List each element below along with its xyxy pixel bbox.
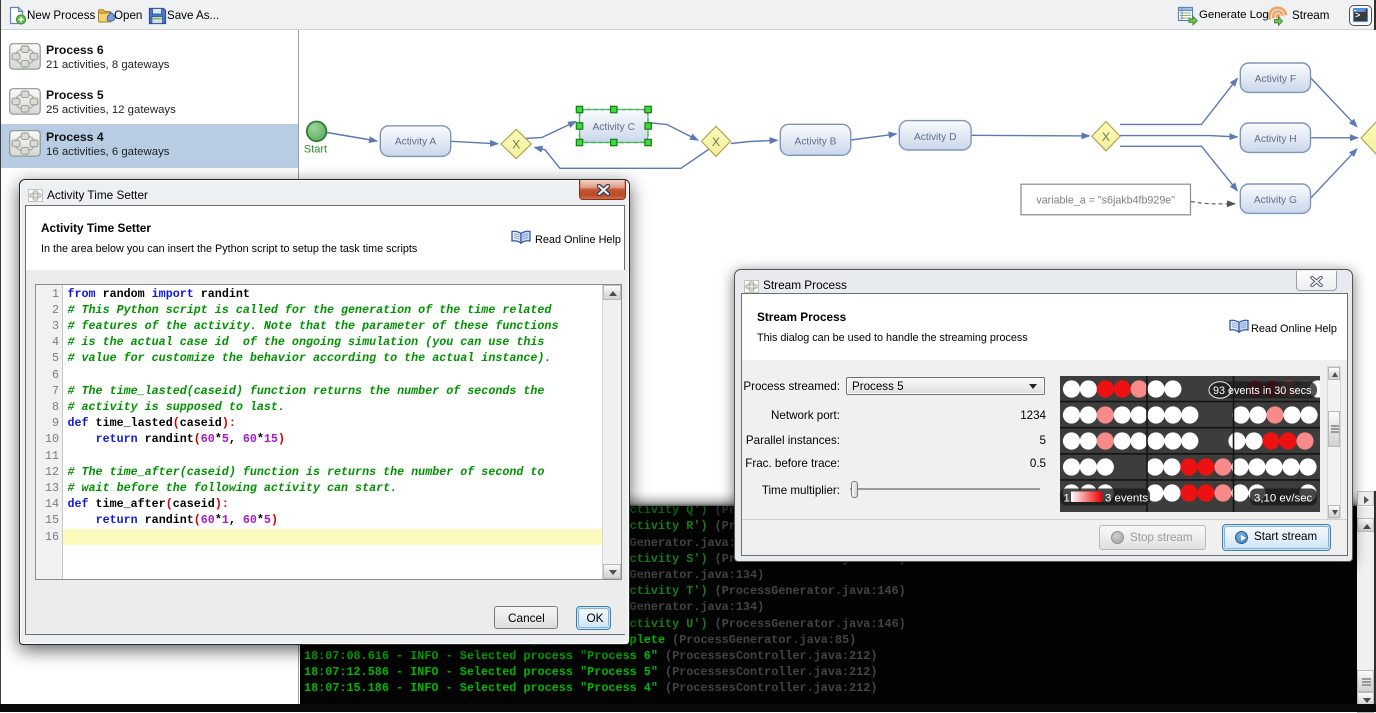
svg-text:Start: Start — [304, 143, 327, 155]
svg-text:1: 1 — [1064, 493, 1070, 505]
svg-text:3 events: 3 events — [1105, 493, 1148, 505]
svg-text:3,10 ev/sec: 3,10 ev/sec — [1254, 493, 1313, 505]
svg-text:Activity G: Activity G — [1254, 195, 1297, 206]
svg-text:Activity F: Activity F — [1255, 74, 1296, 85]
svg-text:Activity D: Activity D — [914, 132, 956, 143]
svg-text:Activity A: Activity A — [395, 137, 437, 148]
svg-text:Activity B: Activity B — [795, 136, 837, 147]
svg-text:variable_a = "s6jakb4fb929e": variable_a = "s6jakb4fb929e" — [1036, 195, 1175, 207]
svg-text:Activity C: Activity C — [592, 122, 634, 133]
svg-text:X: X — [712, 135, 720, 149]
svg-text:93 events in 30 secs: 93 events in 30 secs — [1213, 385, 1312, 397]
svg-text:Activity H: Activity H — [1254, 134, 1296, 145]
svg-text:X: X — [1102, 130, 1110, 144]
svg-text:X: X — [512, 138, 520, 152]
